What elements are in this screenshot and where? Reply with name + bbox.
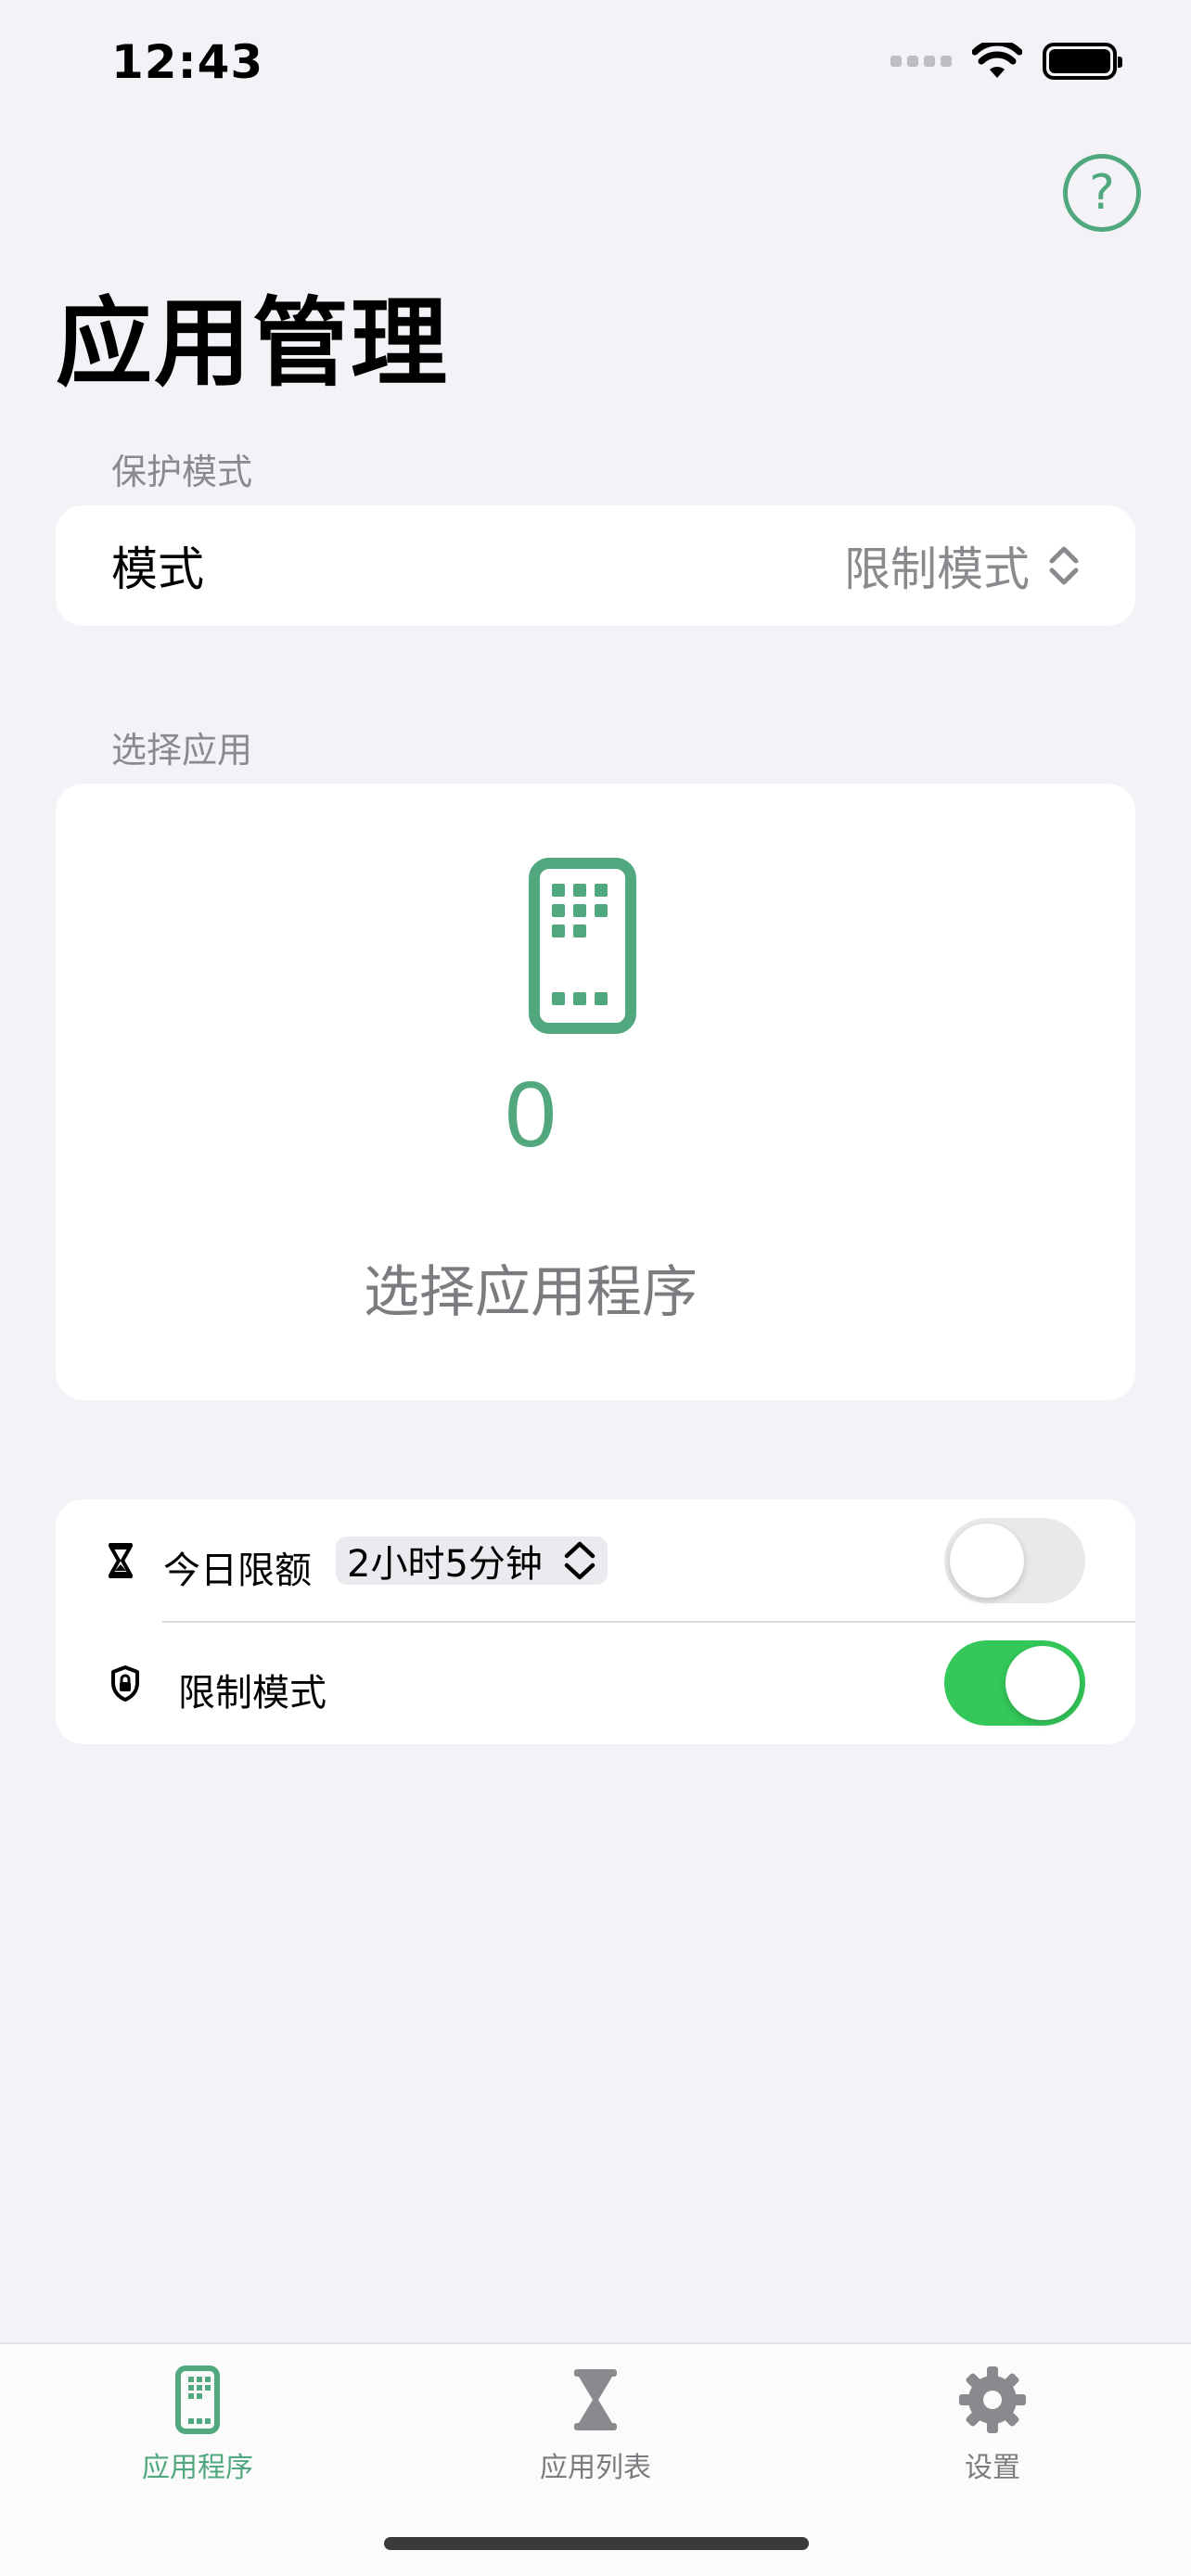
restrict-mode-toggle[interactable] [944,1640,1085,1726]
phone-grid-icon [175,2366,220,2434]
tab-settings[interactable]: 设置 [853,2363,1132,2485]
mode-value-text: 限制模式 [844,542,1030,596]
page-title: 应用管理 [56,287,450,400]
daily-limit-label: 今日限额 [163,1549,312,1592]
status-icons [890,43,1122,80]
mode-value[interactable]: 限制模式 [844,532,1080,599]
app-screen: 12:43 ? 应用管理 保护模式 模式 限制模式 选择应用 0 选择应用程序 … [0,0,1191,2576]
daily-limit-row: 今日限额 2小时5分钟 [56,1499,1135,1622]
help-button[interactable]: ? [1063,154,1141,232]
tab-apps[interactable]: 应用程序 [58,2363,337,2485]
wifi-icon [972,43,1022,78]
mode-picker-row[interactable]: 模式 限制模式 [56,505,1135,626]
hourglass-icon [574,2369,617,2430]
battery-icon [1043,43,1122,80]
phone-grid-icon [529,858,636,1034]
chevron-updown-icon [564,1541,596,1580]
daily-limit-picker[interactable]: 2小时5分钟 [336,1537,608,1586]
chevron-updown-icon [1049,546,1079,585]
shield-lock-icon [111,1665,139,1702]
mode-label: 模式 [111,542,204,596]
select-apps-card[interactable]: 0 选择应用程序 [56,784,1135,1400]
selected-app-count: 0 [505,1063,557,1167]
restrict-mode-label: 限制模式 [178,1672,327,1715]
daily-limit-value: 2小时5分钟 [347,1543,543,1586]
status-time: 12:43 [111,35,264,89]
tab-settings-label: 设置 [965,2452,1020,2484]
tab-app-list[interactable]: 应用列表 [456,2363,735,2485]
hourglass-icon [109,1543,133,1578]
tab-apps-label: 应用程序 [142,2452,253,2484]
signal-icon [890,56,952,67]
home-indicator [384,2537,809,2550]
select-apps-prompt[interactable]: 选择应用程序 [56,1247,1005,1328]
restrict-mode-row: 限制模式 [56,1622,1135,1744]
gear-icon [959,2366,1026,2433]
selection-section-header: 选择应用 [111,730,253,771]
protection-section-header: 保护模式 [111,452,253,492]
options-card: 今日限额 2小时5分钟 限制模式 [56,1499,1135,1744]
daily-limit-toggle[interactable] [944,1518,1085,1603]
tab-app-list-label: 应用列表 [540,2452,651,2484]
